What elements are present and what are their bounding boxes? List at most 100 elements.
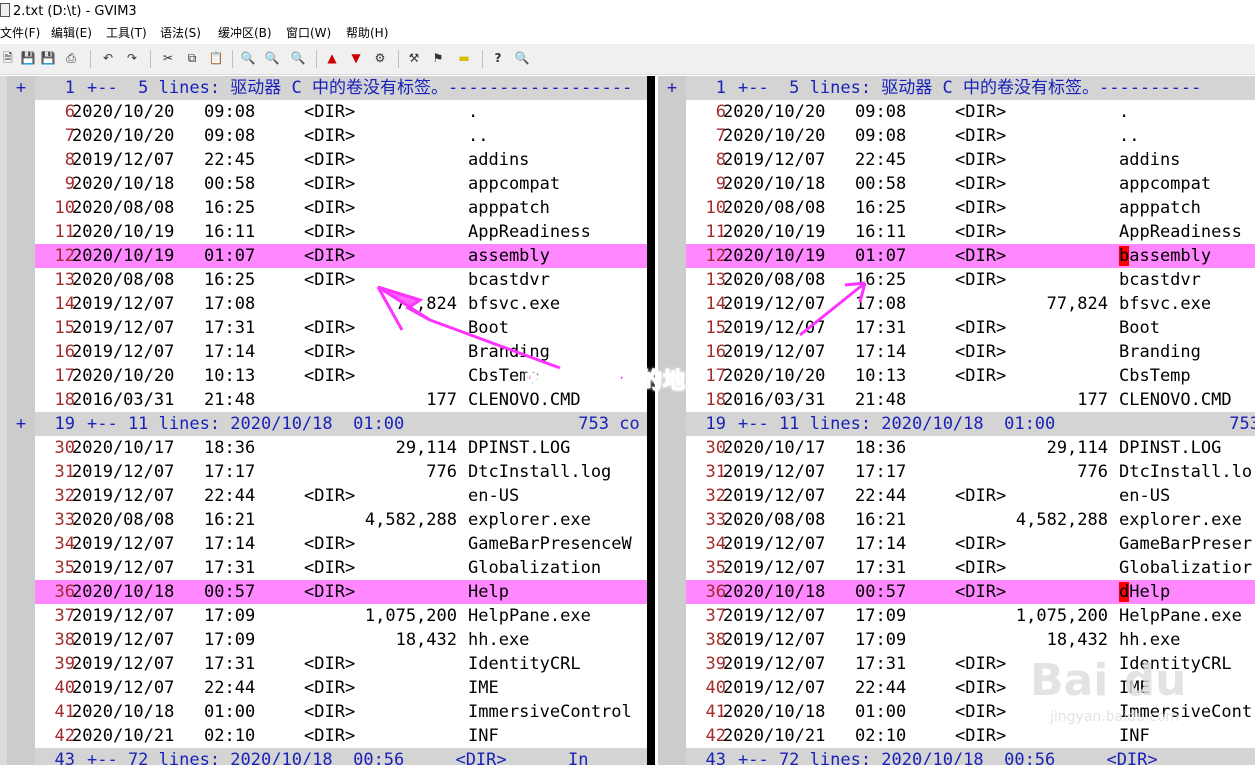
file-name-cell: Globalization [468,556,601,580]
help-icon[interactable]: ? [490,50,506,66]
find-prev-icon[interactable]: 🔍 [290,50,306,66]
undo-icon[interactable]: ↶ [100,50,116,66]
text-line[interactable]: 32 2019/12/07 22:44 <DIR> en-US [7,484,647,508]
file-name-cell: INF [1119,724,1150,748]
menu-syntax[interactable]: 语法(S) [160,23,201,44]
text-line[interactable]: 13 2020/08/08 16:25 <DIR> bcastdvr [658,268,1255,292]
fold-sign[interactable]: + [658,76,686,100]
text-line[interactable]: 31 2019/12/07 17:17 776 DtcInstall.log [7,460,647,484]
fold-sign [658,580,686,604]
text-line[interactable]: 18 2016/03/31 21:48 177 CLENOVO.CMD [658,388,1255,412]
text-line[interactable]: 38 2019/12/07 17:09 18,432 hh.exe [7,628,647,652]
vertical-split-bar[interactable] [647,76,655,765]
text-line[interactable]: 34 2019/12/07 17:14 <DIR> GameBarPresenceW [7,532,647,556]
fold-sign [7,148,35,172]
make-icon[interactable]: ⚒ [406,50,422,66]
text-line[interactable]: 6 2020/10/20 09:08 <DIR>. [658,100,1255,124]
text-line[interactable]: 37 2019/12/07 17:09 1,075,200 HelpPane.exe [658,604,1255,628]
text-line[interactable]: 8 2019/12/07 22:45 <DIR> addins [658,148,1255,172]
text-line[interactable]: 41 2020/10/18 01:00 <DIR> ImmersiveControl [7,700,647,724]
redo-icon[interactable]: ↷ [124,50,140,66]
fold-line[interactable]: +19 +-- 11 lines: 2020/10/18 01:00 753 co [7,412,647,436]
text-line[interactable]: 14 2019/12/07 17:08 77,824 bfsvc.exe [7,292,647,316]
fold-line[interactable]: +1 +-- 5 lines: 驱动器 C 中的卷没有标签。---------- [658,76,1255,100]
fold-line[interactable]: +1 +-- 5 lines: 驱动器 C 中的卷没有标签。-----------… [7,76,647,100]
open-icon[interactable]: 🗎 [0,50,16,66]
file-time: 17:14 [204,342,256,362]
text-line[interactable]: 42 2020/10/21 02:10 <DIR> INF [658,724,1255,748]
menu-tools[interactable]: 工具(T) [106,23,147,44]
menu-help[interactable]: 帮助(H) [346,23,388,44]
text-line[interactable]: 17 2020/10/20 10:13 <DIR> CbsTemp [658,364,1255,388]
text-line[interactable]: 7 2020/10/20 09:08 <DIR>.. [7,124,647,148]
text-line[interactable]: 10 2020/08/08 16:25 <DIR> apppatch [658,196,1255,220]
file-name-cell: addins [468,148,529,172]
paste-icon[interactable]: 📋 [208,50,224,66]
diff-highlight-line[interactable]: 12 2020/10/19 01:07 <DIR> bassembly [658,244,1255,268]
diff-highlight-line[interactable]: 36 2020/10/18 00:57 <DIR> Help [7,580,647,604]
tags-icon[interactable]: ⚑ [430,50,446,66]
load-session-icon[interactable]: ▲ [324,50,340,66]
run-script-icon[interactable]: ⚙ [372,50,388,66]
save-all-icon[interactable]: 💾 [40,50,56,66]
diff-highlight-line[interactable]: 36 2020/10/18 00:57 <DIR> dHelp [658,580,1255,604]
text-line[interactable]: 16 2019/12/07 17:14 <DIR> Branding [7,340,647,364]
fold-sign[interactable]: + [7,412,35,436]
file-date: 2019/12/07 [72,318,175,338]
text-line[interactable]: 11 2020/10/19 16:11 <DIR> AppReadiness [658,220,1255,244]
file-date: 2020/10/20 [723,102,826,122]
text-line[interactable]: 34 2019/12/07 17:14 <DIR> GameBarPreser [658,532,1255,556]
text-line[interactable]: 40 2019/12/07 22:44 <DIR> IME [7,676,647,700]
file-time: 17:09 [855,630,907,650]
print-icon[interactable]: ⎙ [63,50,79,66]
find-help-icon[interactable]: 🔍 [514,50,530,66]
text-line[interactable]: 8 2019/12/07 22:45 <DIR> addins [7,148,647,172]
fold-line[interactable]: 43 +-- 72 lines: 2020/10/18 00:56 <DIR> [658,748,1255,765]
text-line[interactable]: 7 2020/10/20 09:08 <DIR>.. [658,124,1255,148]
text-line[interactable]: 37 2019/12/07 17:09 1,075,200 HelpPane.exe [7,604,647,628]
text-line[interactable]: 9 2020/10/18 00:58 <DIR> appcompat [7,172,647,196]
menu-buffers[interactable]: 缓冲区(B) [218,23,272,44]
text-line[interactable]: 35 2019/12/07 17:31 <DIR> Globalization [7,556,647,580]
line-number: 12 [54,246,75,266]
left-diff-pane[interactable]: +1 +-- 5 lines: 驱动器 C 中的卷没有标签。-----------… [7,76,647,765]
text-line[interactable]: 15 2019/12/07 17:31 <DIR> Boot [7,316,647,340]
dir-marker: <DIR> [304,270,356,290]
text-line[interactable]: 30 2020/10/17 18:36 29,114 DPINST.LOG [658,436,1255,460]
fold-line[interactable]: 19 +-- 11 lines: 2020/10/18 01:00 753 [658,412,1255,436]
dir-marker: <DIR> [955,582,1007,602]
text-line[interactable]: 11 2020/10/19 16:11 <DIR> AppReadiness [7,220,647,244]
text-line[interactable]: 14 2019/12/07 17:08 77,824 bfsvc.exe [658,292,1255,316]
text-line[interactable]: 31 2019/12/07 17:17 776 DtcInstall.lo [658,460,1255,484]
fold-sign[interactable]: + [7,76,35,100]
file-date: 2020/10/20 [72,102,175,122]
copy-icon[interactable]: ⧉ [184,50,200,66]
find-icon[interactable]: 🔍 [240,50,256,66]
text-line[interactable]: 33 2020/08/08 16:21 4,582,288 explorer.exe [7,508,647,532]
menu-window[interactable]: 窗口(W) [286,23,331,44]
save-session-icon[interactable]: ▼ [348,50,364,66]
text-line[interactable]: 42 2020/10/21 02:10 <DIR> INF [7,724,647,748]
menu-edit[interactable]: 编辑(E) [51,23,92,44]
cut-icon[interactable]: ✂ [160,50,176,66]
text-line[interactable]: 30 2020/10/17 18:36 29,114 DPINST.LOG [7,436,647,460]
text-line[interactable]: 16 2019/12/07 17:14 <DIR> Branding [658,340,1255,364]
text-line[interactable]: 35 2019/12/07 17:31 <DIR> Globalizatior [658,556,1255,580]
text-line[interactable]: 15 2019/12/07 17:31 <DIR> Boot [658,316,1255,340]
file-date: 2020/10/17 [72,438,175,458]
text-line[interactable]: 6 2020/10/20 09:08 <DIR>. [7,100,647,124]
tag-jump-icon[interactable]: ▬ [456,50,472,66]
text-line[interactable]: 10 2020/08/08 16:25 <DIR> apppatch [7,196,647,220]
text-line[interactable]: 32 2019/12/07 22:44 <DIR> en-US [658,484,1255,508]
find-next-icon[interactable]: 🔍 [264,50,280,66]
text-line[interactable]: 33 2020/08/08 16:21 4,582,288 explorer.exe [658,508,1255,532]
save-icon[interactable]: 💾 [20,50,36,66]
menu-file[interactable]: 文件(F) [0,23,40,44]
text-line[interactable]: 39 2019/12/07 17:31 <DIR> IdentityCRL [7,652,647,676]
fold-line[interactable]: 43 +-- 72 lines: 2020/10/18 00:56 <DIR> I… [7,748,647,765]
line-number: 17 [54,366,75,386]
dir-marker: <DIR> [955,174,1007,194]
diff-highlight-line[interactable]: 12 2020/10/19 01:07 <DIR> assembly [7,244,647,268]
text-line[interactable]: 9 2020/10/18 00:58 <DIR> appcompat [658,172,1255,196]
text-line[interactable]: 13 2020/08/08 16:25 <DIR> bcastdvr [7,268,647,292]
